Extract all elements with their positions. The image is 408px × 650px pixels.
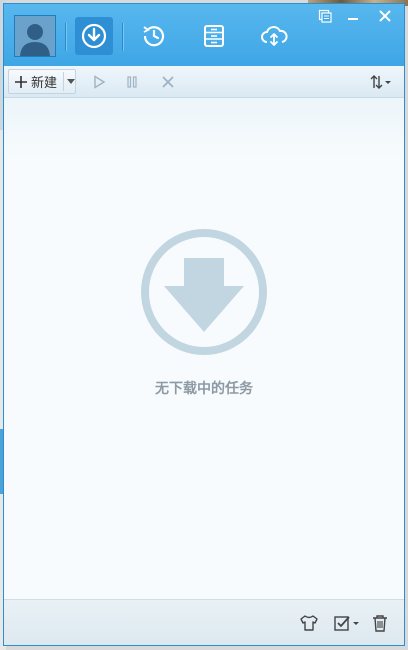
plus-icon — [15, 75, 27, 88]
empty-download-icon — [141, 229, 267, 355]
pause-button[interactable] — [122, 72, 142, 92]
minimize-icon — [348, 18, 358, 20]
tab-history[interactable] — [135, 17, 173, 55]
delete-task-button[interactable] — [158, 72, 178, 92]
title-separator — [122, 23, 123, 51]
batch-select-button[interactable] — [332, 613, 362, 633]
trash-icon — [373, 615, 387, 632]
title-bar[interactable] — [4, 4, 404, 66]
start-button[interactable] — [89, 72, 109, 92]
skin-icon — [318, 9, 332, 23]
chevron-down-icon[interactable] — [67, 79, 75, 84]
download-icon — [81, 23, 107, 49]
user-avatar[interactable] — [14, 15, 56, 57]
new-task-label: 新建 — [31, 76, 58, 91]
empty-state-message: 无下载中的任务 — [155, 381, 253, 397]
tab-downloading[interactable] — [75, 17, 113, 55]
download-manager-window: 新建 无下载中的任务 — [3, 3, 405, 646]
clock-icon — [143, 26, 165, 47]
tab-completed[interactable] — [195, 17, 233, 55]
status-bar — [4, 599, 404, 645]
start-icon — [94, 75, 106, 89]
recycle-bin-button[interactable] — [370, 613, 390, 633]
close-icon — [379, 10, 391, 22]
checkbox-icon — [334, 616, 359, 631]
delete-icon — [162, 76, 174, 88]
sort-icon — [370, 75, 391, 89]
pause-icon — [127, 76, 137, 88]
task-list-area[interactable]: 无下载中的任务 — [4, 98, 404, 601]
sort-button[interactable] — [368, 72, 394, 92]
split-divider — [63, 72, 64, 91]
shirt-skin-icon — [300, 615, 318, 631]
file-cabinet-icon — [204, 25, 224, 47]
skin-button[interactable] — [298, 613, 320, 633]
toolbar: 新建 — [4, 66, 404, 98]
close-button[interactable] — [373, 6, 397, 26]
skin-button[interactable] — [313, 6, 337, 26]
new-task-button[interactable]: 新建 — [8, 69, 76, 94]
minimize-button[interactable] — [341, 6, 365, 26]
tab-cloud[interactable] — [255, 17, 293, 55]
title-separator — [65, 23, 66, 51]
user-silhouette-icon — [15, 16, 55, 56]
cloud-sync-icon — [261, 26, 288, 46]
